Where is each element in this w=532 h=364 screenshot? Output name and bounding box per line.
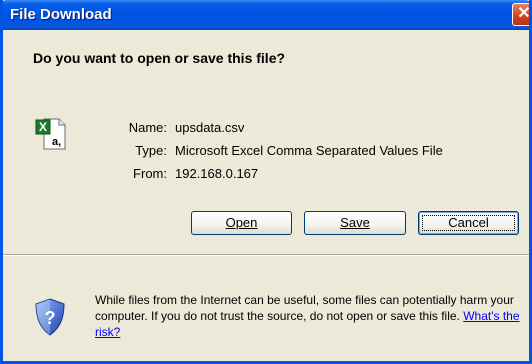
excel-csv-icon: X a, bbox=[35, 118, 66, 150]
from-label: From: bbox=[133, 166, 167, 181]
security-shield-icon: ? bbox=[35, 298, 65, 336]
open-button[interactable]: Open bbox=[191, 211, 292, 235]
close-button[interactable]: ✕ bbox=[512, 3, 531, 26]
dialog-question: Do you want to open or save this file? bbox=[33, 50, 286, 66]
file-info-values: upsdata.csv Microsoft Excel Comma Separa… bbox=[175, 118, 443, 187]
close-icon: ✕ bbox=[517, 5, 531, 22]
type-label: Type: bbox=[135, 143, 167, 158]
title-bar[interactable]: File Download ✕ bbox=[3, 0, 531, 30]
warning-text: While files from the Internet can be use… bbox=[95, 293, 514, 323]
file-info-labels: Name: Type: From: bbox=[117, 118, 167, 187]
security-warning: While files from the Internet can be use… bbox=[95, 292, 521, 340]
svg-text:?: ? bbox=[45, 308, 56, 328]
svg-text:X: X bbox=[39, 120, 47, 134]
save-button-label: Save bbox=[340, 215, 370, 230]
svg-text:a,: a, bbox=[52, 136, 61, 148]
file-download-dialog: File Download ✕ Do you want to open or s… bbox=[0, 0, 532, 364]
save-button[interactable]: Save bbox=[304, 211, 406, 235]
cancel-button[interactable]: Cancel bbox=[418, 211, 519, 235]
name-label: Name: bbox=[128, 120, 167, 135]
divider-highlight bbox=[3, 255, 529, 256]
open-button-label: Open bbox=[225, 215, 258, 230]
from-value: 192.168.0.167 bbox=[175, 166, 259, 181]
focus-rect bbox=[422, 215, 515, 231]
type-value: Microsoft Excel Comma Separated Values F… bbox=[175, 143, 443, 158]
name-value: upsdata.csv bbox=[175, 120, 245, 135]
window-title: File Download bbox=[10, 6, 112, 23]
